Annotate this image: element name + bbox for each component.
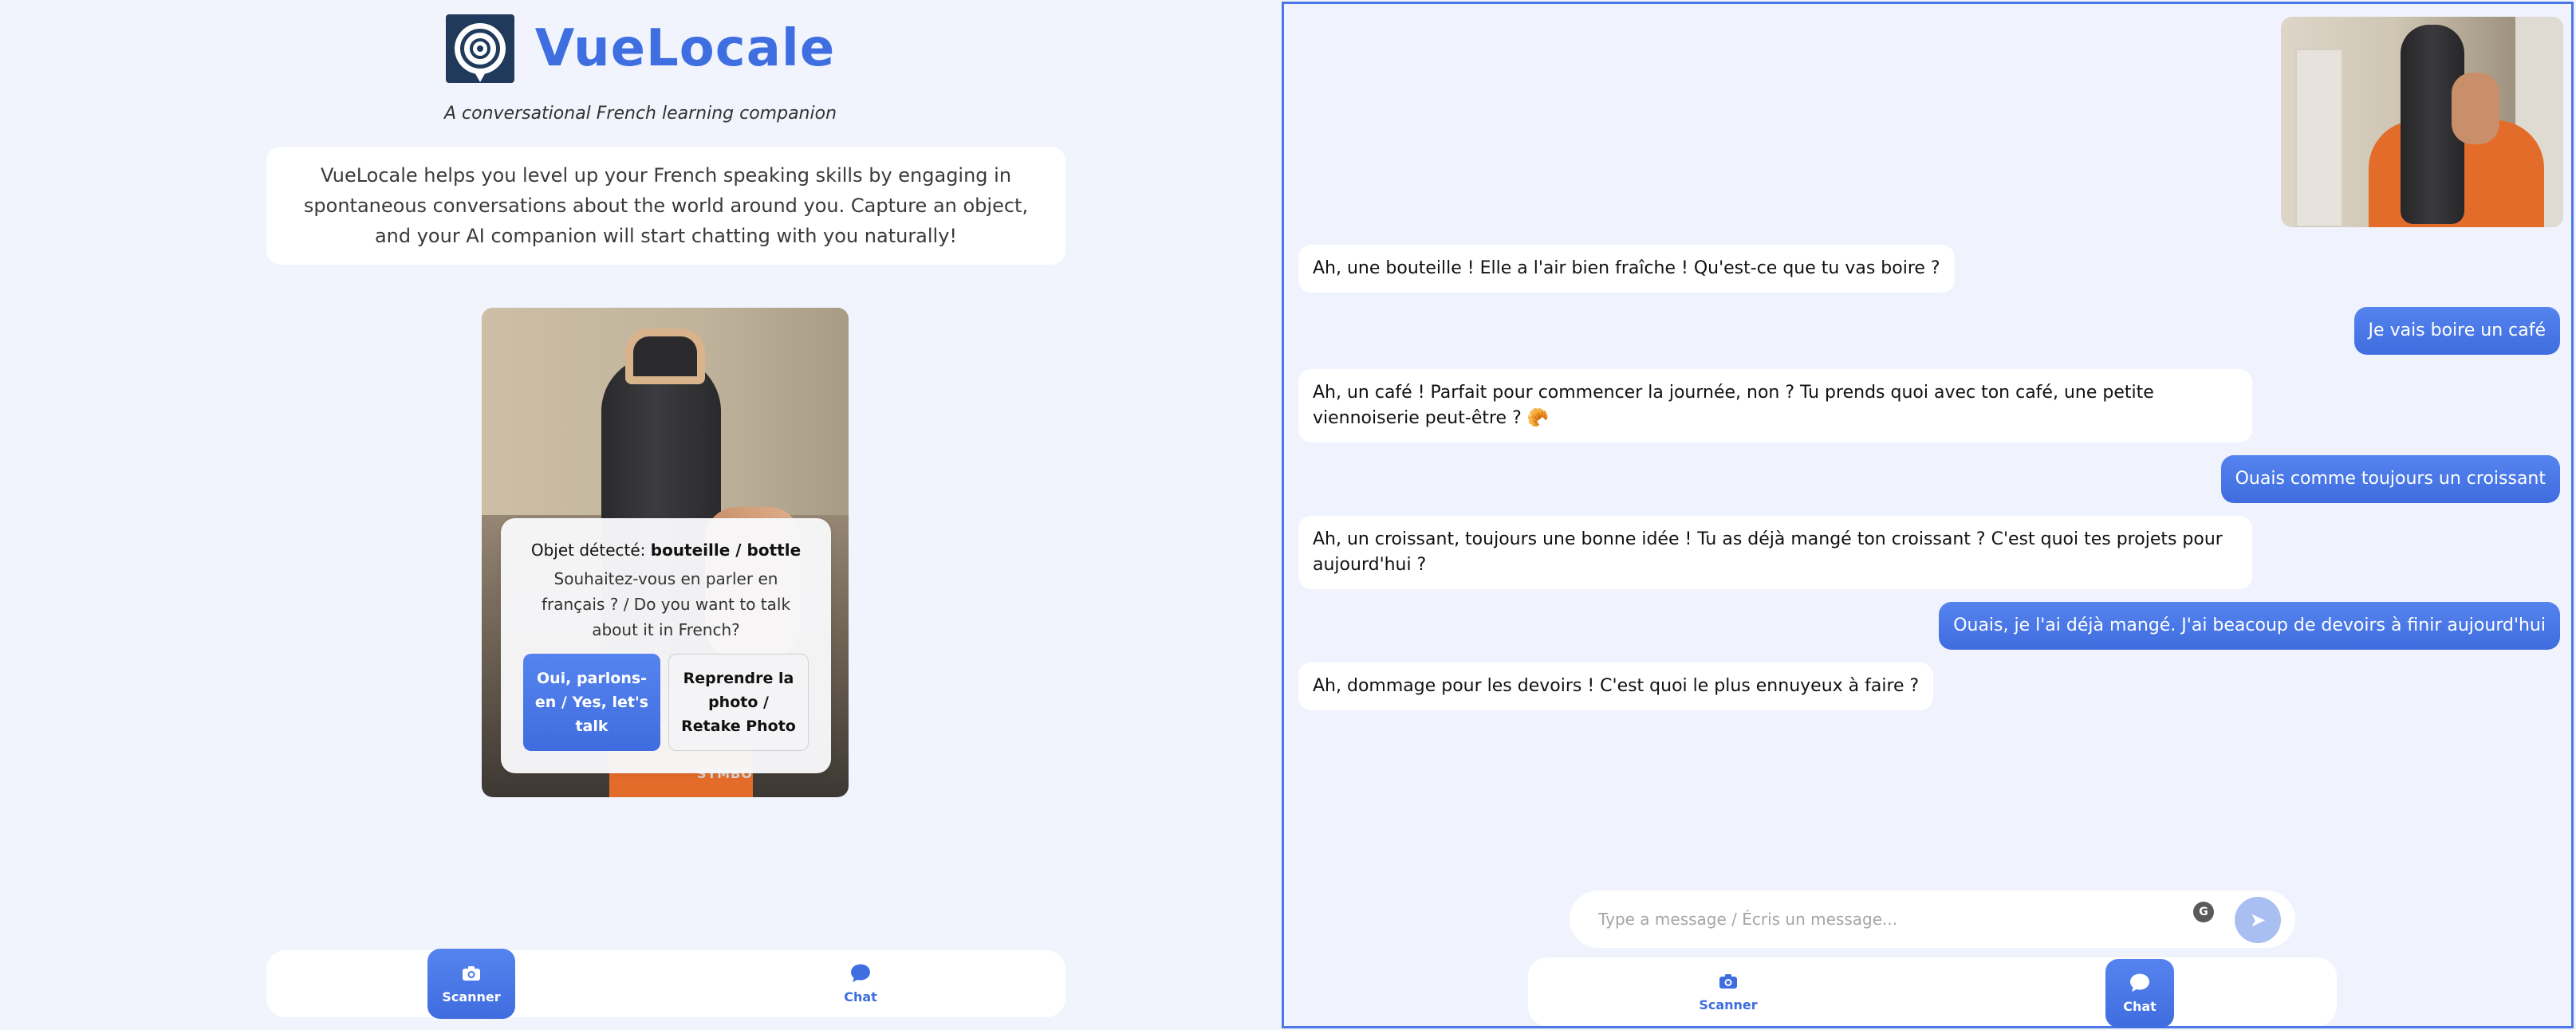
chat-message-ai: Ah, une bouteille ! Elle a l'air bien fr…	[1298, 245, 1955, 293]
bottom-tab-bar: Scanner Chat	[1528, 957, 2337, 1028]
intro-text: VueLocale helps you level up your French…	[303, 164, 1029, 247]
camera-icon	[1717, 972, 1739, 991]
hand-image	[2452, 73, 2499, 144]
object-detected-dialog: Objet détecté: bouteille / bottle Souhai…	[501, 518, 831, 773]
chat-message-user: Ouais comme toujours un croissant	[2220, 455, 2560, 503]
chat-message-user: Ouais, je l'ai déjà mangé. J'ai beacoup …	[1939, 602, 2560, 650]
detected-object-line: Objet détecté: bouteille / bottle	[520, 541, 812, 560]
tab-scanner-label: Scanner	[442, 989, 501, 1004]
scanner-screen: VueLocale A conversational French learni…	[0, 0, 1281, 1030]
tab-scanner-label: Scanner	[1699, 997, 1758, 1012]
message-input[interactable]	[1598, 905, 2188, 934]
chat-message-ai: Ah, un croissant, toujours une bonne idé…	[1298, 516, 2252, 589]
chat-bubble-icon	[849, 964, 872, 983]
detected-prefix: Objet détecté:	[530, 541, 651, 560]
bottom-tab-bar: Scanner Chat	[266, 949, 1065, 1019]
chat-message-ai: Ah, dommage pour les devoirs ! C'est quo…	[1298, 662, 1934, 710]
tab-chat[interactable]: Chat	[817, 950, 904, 1017]
chat-bubble-icon	[2129, 973, 2151, 993]
chat-screen: Ah, une bouteille ! Elle a l'air bien fr…	[1282, 2, 2574, 1028]
tab-scanner[interactable]: Scanner	[427, 949, 515, 1019]
tab-scanner[interactable]: Scanner	[1684, 957, 1772, 1026]
message-composer: G ➤	[1570, 890, 2295, 948]
logo-icon	[445, 14, 514, 83]
detection-question: Souhaitez-vous en parler en français ? /…	[541, 569, 791, 639]
tab-chat-label: Chat	[844, 989, 877, 1004]
send-button[interactable]: ➤	[2235, 897, 2281, 943]
camera-icon	[460, 964, 483, 983]
retake-photo-button[interactable]: Reprendre la photo / Retake Photo	[668, 654, 809, 751]
detected-object: bouteille / bottle	[650, 541, 802, 560]
app-title: VueLocale	[534, 19, 836, 78]
tab-chat-label: Chat	[2123, 998, 2157, 1014]
captured-photo-thumbnail[interactable]	[2281, 17, 2563, 227]
app-tagline: A conversational French learning compani…	[443, 104, 837, 124]
chat-message-ai: Ah, un café ! Parfait pour commencer la …	[1298, 369, 2252, 442]
send-icon: ➤	[2249, 909, 2267, 931]
tab-chat[interactable]: Chat	[2105, 959, 2174, 1028]
door-image	[2295, 49, 2343, 227]
chat-message-user: Je vais boire un café	[2353, 307, 2560, 355]
dialog-buttons: Oui, parlons-en / Yes, let's talk Repren…	[520, 654, 812, 751]
brand-header: VueLocale	[0, 14, 1281, 83]
bottle-cap-image	[625, 328, 705, 384]
intro-card: VueLocale helps you level up your French…	[266, 147, 1065, 265]
grammar-check-icon[interactable]: G	[2193, 902, 2214, 922]
confirm-talk-button[interactable]: Oui, parlons-en / Yes, let's talk	[523, 654, 660, 751]
